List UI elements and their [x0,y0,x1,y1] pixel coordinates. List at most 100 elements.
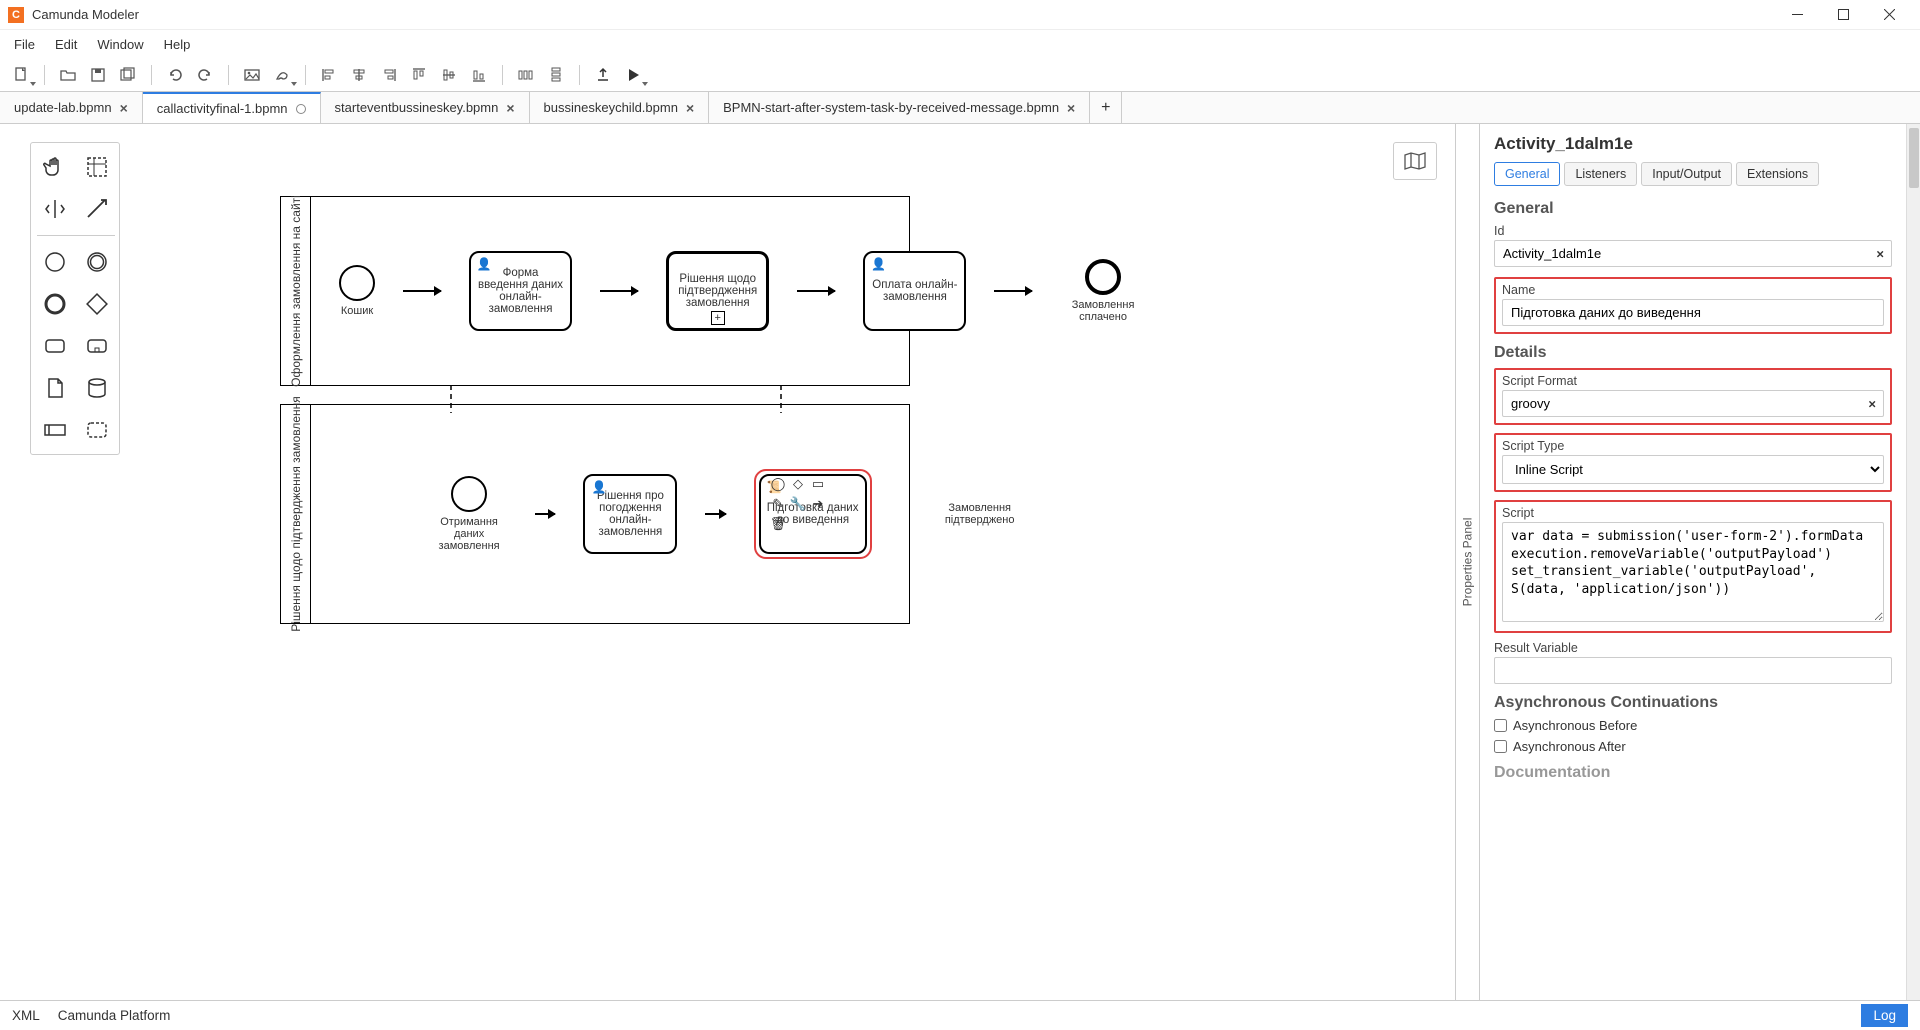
minimap-toggle[interactable] [1393,142,1437,180]
bpmn-user-task[interactable]: 👤Форма введення даних онлайн-замовлення [469,251,572,331]
task-icon[interactable] [37,328,73,364]
props-tab-general[interactable]: General [1494,162,1560,186]
group-icon[interactable] [79,412,115,448]
save-all-button[interactable] [115,62,141,88]
distribute-h-button[interactable] [513,62,539,88]
new-file-button[interactable] [8,62,34,88]
window-titlebar: C Camunda Modeler [0,0,1920,30]
align-top-button[interactable] [406,62,432,88]
sequence-flow[interactable] [797,290,835,292]
status-platform[interactable]: Camunda Platform [58,1008,171,1023]
bpmn-pool[interactable]: Оформлення замовлення на сайті Кошик 👤Фо… [280,196,910,386]
close-tab-icon[interactable]: × [686,100,694,116]
data-store-icon[interactable] [79,370,115,406]
file-tab[interactable]: starteventbussineskey.bpmn× [321,92,530,123]
append-gateway-icon[interactable]: ◇ [789,475,807,493]
sequence-flow[interactable] [994,290,1032,292]
diagram-canvas[interactable]: Оформлення замовлення на сайті Кошик 👤Фо… [0,124,1455,1000]
async-before-checkbox[interactable] [1494,719,1507,732]
align-bottom-button[interactable] [466,62,492,88]
properties-panel: Activity_1dalm1e General Listeners Input… [1480,124,1906,1000]
script-format-input[interactable] [1502,390,1884,417]
properties-panel-toggle[interactable]: Properties Panel [1456,124,1480,1000]
new-tab-button[interactable]: + [1090,92,1122,123]
minimize-button[interactable] [1774,0,1820,30]
context-pad: ◯ ◇ ▭ ✎ 🔧 ➔ 🗑 [769,475,829,533]
user-task-icon: 👤 [871,257,886,271]
maximize-button[interactable] [1820,0,1866,30]
file-tab[interactable]: update-lab.bpmn× [0,92,143,123]
align-middle-button[interactable] [436,62,462,88]
menu-edit[interactable]: Edit [45,33,87,56]
bpmn-call-activity[interactable]: Рішення щодо підтвердження замовлення+ [666,251,769,331]
color-button[interactable] [269,62,295,88]
align-left-button[interactable] [316,62,342,88]
pool-icon[interactable] [37,412,73,448]
space-tool-icon[interactable] [37,191,73,227]
close-tab-icon[interactable]: × [1067,100,1075,116]
async-after-checkbox[interactable] [1494,740,1507,753]
lasso-tool-icon[interactable] [79,149,115,185]
file-tab[interactable]: bussineskeychild.bpmn× [530,92,710,123]
gateway-icon[interactable] [79,286,115,322]
close-button[interactable] [1866,0,1912,30]
deploy-button[interactable] [590,62,616,88]
menu-window[interactable]: Window [87,33,153,56]
bpmn-user-task[interactable]: 👤Рішення про погодження онлайн-замовленн… [583,474,677,554]
log-button[interactable]: Log [1861,1004,1908,1027]
name-label: Name [1502,283,1884,297]
data-object-icon[interactable] [37,370,73,406]
undo-button[interactable] [162,62,188,88]
script-textarea[interactable] [1502,522,1884,622]
bpmn-pool[interactable]: Рішення щодо підтвердження замовлення От… [280,404,910,624]
clear-input-icon[interactable]: × [1876,246,1884,261]
scrollbar[interactable] [1906,124,1920,1000]
close-tab-icon[interactable]: × [506,100,514,116]
sequence-flow[interactable] [600,290,638,292]
menu-bar: File Edit Window Help [0,30,1920,58]
bpmn-user-task[interactable]: 👤Оплата онлайн-замовлення [863,251,966,331]
global-connect-tool-icon[interactable] [79,191,115,227]
subprocess-icon[interactable] [79,328,115,364]
file-tab[interactable]: BPMN-start-after-system-task-by-received… [709,92,1090,123]
result-variable-input[interactable] [1494,657,1892,684]
section-details: Details [1494,344,1892,362]
props-tab-io[interactable]: Input/Output [1641,162,1732,186]
align-right-button[interactable] [376,62,402,88]
script-type-label: Script Type [1502,439,1884,453]
run-button[interactable] [620,62,646,88]
open-file-button[interactable] [55,62,81,88]
save-button[interactable] [85,62,111,88]
intermediate-event-icon[interactable] [79,244,115,280]
change-type-icon[interactable]: 🔧 [789,495,807,513]
delete-icon[interactable]: 🗑 [769,515,787,533]
menu-help[interactable]: Help [154,33,201,56]
end-event-icon[interactable] [37,286,73,322]
sequence-flow[interactable] [705,513,725,515]
sequence-flow[interactable] [403,290,441,292]
clear-input-icon[interactable]: × [1868,396,1876,411]
name-input[interactable] [1502,299,1884,326]
close-tab-icon[interactable]: × [120,100,128,116]
start-event-icon[interactable] [37,244,73,280]
props-tab-listeners[interactable]: Listeners [1564,162,1637,186]
distribute-v-button[interactable] [543,62,569,88]
props-tab-extensions[interactable]: Extensions [1736,162,1819,186]
id-input[interactable] [1494,240,1892,267]
bpmn-start-event[interactable] [339,265,375,301]
bpmn-end-event[interactable] [1085,259,1121,295]
sequence-flow[interactable] [535,513,555,515]
bpmn-start-event[interactable] [451,476,487,512]
menu-file[interactable]: File [4,33,45,56]
script-type-select[interactable]: Inline Script [1502,455,1884,484]
hand-tool-icon[interactable] [37,149,73,185]
image-export-button[interactable] [239,62,265,88]
annotation-icon[interactable]: ✎ [769,495,787,513]
connect-icon[interactable]: ➔ [809,495,827,513]
redo-button[interactable] [192,62,218,88]
append-task-icon[interactable]: ▭ [809,475,827,493]
status-xml-toggle[interactable]: XML [12,1008,40,1023]
append-end-event-icon[interactable]: ◯ [769,475,787,493]
align-center-button[interactable] [346,62,372,88]
file-tab[interactable]: callactivityfinal-1.bpmn [143,92,321,123]
